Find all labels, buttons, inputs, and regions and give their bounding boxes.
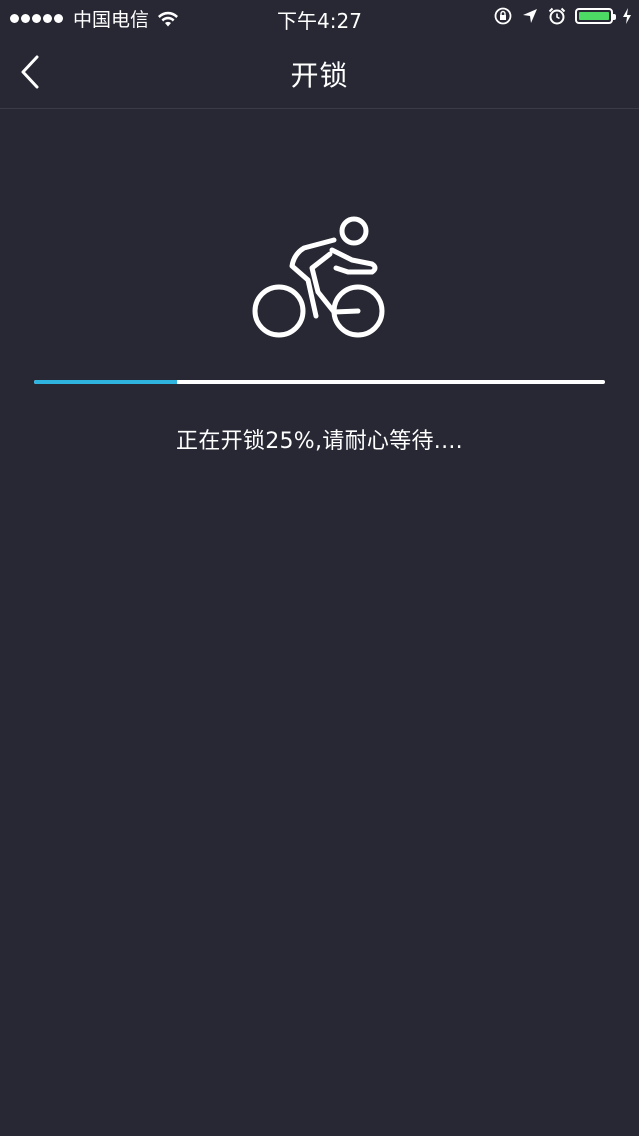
navigation-bar: 开锁 (0, 36, 639, 109)
rotation-lock-icon (493, 6, 513, 26)
battery-level (579, 12, 609, 20)
status-bar-right (485, 6, 633, 26)
alarm-clock-icon (547, 6, 567, 26)
unlock-progress-fill (34, 380, 177, 384)
battery-icon (575, 8, 616, 24)
unlock-status-message: 正在开锁25%,请耐心等待.... (176, 429, 463, 454)
bicycle-rider-icon (252, 216, 385, 338)
unlock-screen: 中国电信 下午4:27 开锁 正在开锁25%,请耐心等待.... (0, 0, 639, 1136)
unlock-progress-bar (34, 380, 605, 384)
status-bar: 中国电信 下午4:27 (0, 0, 639, 36)
location-arrow-icon (521, 7, 539, 25)
page-title: 开锁 (290, 59, 349, 92)
charging-bolt-icon (621, 7, 633, 25)
